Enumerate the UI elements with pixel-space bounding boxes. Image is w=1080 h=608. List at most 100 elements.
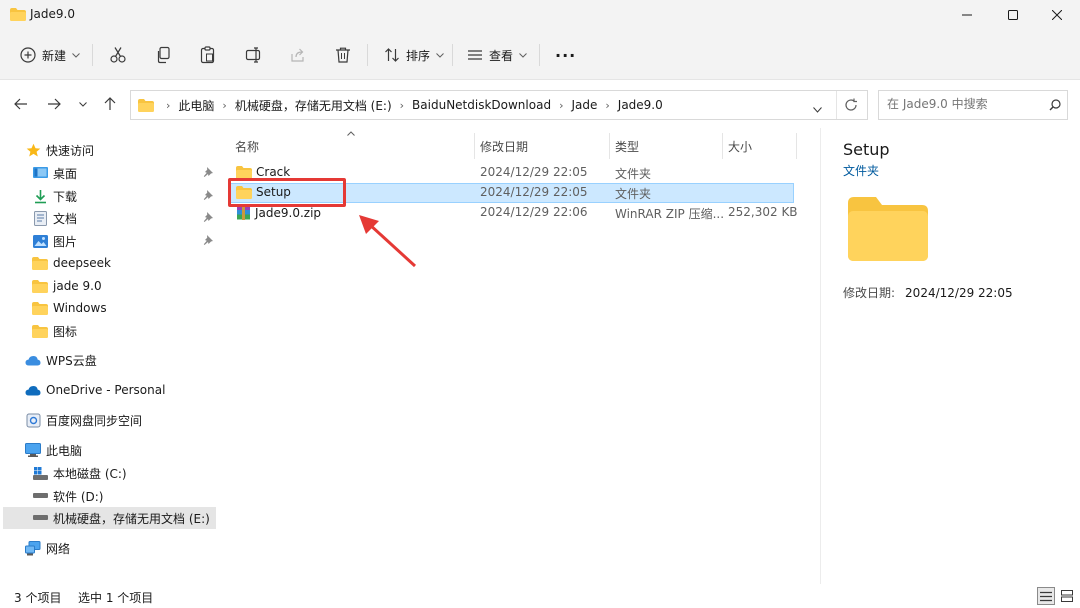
forward-button[interactable] [44, 94, 64, 114]
breadcrumb-jade[interactable]: Jade [571, 98, 597, 112]
sync-drive-icon [25, 412, 41, 428]
preview-divider[interactable] [820, 128, 821, 584]
sort-label: 排序 [406, 48, 431, 63]
status-bar: 3 个项目 选中 1 个项目 [0, 584, 1080, 608]
pin-icon[interactable] [203, 234, 213, 248]
address-history-button[interactable] [813, 102, 822, 116]
file-type: 文件夹 [615, 187, 652, 201]
tiles-view-icon [1061, 590, 1073, 602]
sidebar-item-this-pc[interactable]: 此电脑 [0, 439, 220, 461]
view-lines-icon [468, 50, 482, 60]
separator [92, 44, 93, 66]
star-icon [25, 142, 41, 158]
chevron-down-icon [72, 52, 80, 58]
folder-icon [32, 323, 48, 339]
network-icon [25, 540, 41, 556]
column-divider[interactable] [609, 133, 610, 159]
chevron-down-icon [519, 52, 527, 58]
sidebar-item-deepseek[interactable]: deepseek [0, 252, 220, 274]
search-icon [1049, 99, 1061, 111]
window-title: Jade9.0 [30, 7, 75, 21]
tiles-view-button[interactable] [1058, 587, 1076, 605]
item-count: 3 个项目 [14, 591, 62, 605]
sidebar-item-windows[interactable]: Windows [0, 297, 220, 319]
sidebar-item-onedrive[interactable]: OneDrive - Personal [0, 379, 220, 401]
cut-button[interactable] [109, 43, 127, 67]
search-box[interactable] [878, 90, 1068, 120]
share-button[interactable] [289, 43, 307, 67]
sidebar-item-drive-c[interactable]: 本地磁盘 (C:) [0, 462, 220, 484]
copy-button[interactable] [155, 43, 173, 67]
sidebar-item-documents[interactable]: 文档 [0, 207, 220, 229]
cloud-icon [25, 352, 41, 368]
rename-button[interactable] [245, 43, 263, 67]
sort-button[interactable]: 排序 [384, 43, 444, 67]
paste-button[interactable] [199, 43, 217, 67]
column-divider[interactable] [474, 133, 475, 159]
more-options-button[interactable]: ··· [555, 43, 576, 67]
pin-icon[interactable] [203, 211, 213, 225]
sidebar-item-jade90[interactable]: jade 9.0 [0, 275, 220, 297]
file-date: 2024/12/29 22:06 [480, 205, 588, 219]
sidebar-item-network[interactable]: 网络 [0, 537, 220, 559]
share-icon [291, 48, 304, 62]
folder-icon [10, 8, 26, 21]
breadcrumb-drive-e[interactable]: 机械硬盘，存储无用文档 (E:) [235, 97, 392, 114]
add-circle-icon [20, 47, 36, 63]
details-view-button[interactable] [1037, 587, 1055, 605]
recent-locations-button[interactable] [73, 94, 93, 114]
sidebar-item-pictures[interactable]: 图片 [0, 230, 220, 252]
sidebar-item-drive-e[interactable]: 机械硬盘，存储无用文档 (E:) [3, 507, 216, 529]
close-button[interactable] [1034, 0, 1080, 30]
column-divider[interactable] [796, 133, 797, 159]
large-folder-icon [848, 197, 928, 261]
minimize-button[interactable] [944, 0, 990, 30]
arrow-left-icon [14, 98, 27, 110]
annotation-arrow-icon [359, 215, 417, 268]
column-header-size[interactable]: 大小 [728, 133, 752, 159]
selection-count: 选中 1 个项目 [78, 591, 154, 605]
up-button[interactable] [100, 94, 120, 114]
system-drive-icon [32, 465, 48, 481]
column-header-type[interactable]: 类型 [615, 133, 639, 159]
maximize-button[interactable] [990, 0, 1036, 30]
download-icon [32, 188, 48, 204]
sidebar-item-downloads[interactable]: 下载 [0, 185, 220, 207]
column-header-date[interactable]: 修改日期 [480, 133, 528, 159]
folder-icon [236, 165, 252, 179]
back-button[interactable] [11, 94, 31, 114]
column-divider[interactable] [722, 133, 723, 159]
sidebar-item-icons[interactable]: 图标 [0, 320, 220, 342]
command-bar: 新建 排序 查看 ··· [0, 30, 1080, 80]
close-icon [1052, 10, 1062, 20]
new-button[interactable]: 新建 [20, 43, 80, 67]
sidebar-item-desktop[interactable]: 桌面 [0, 162, 220, 184]
file-date: 2024/12/29 22:05 [480, 185, 588, 199]
file-name: Crack [256, 165, 291, 179]
refresh-button[interactable] [844, 98, 858, 115]
copy-icon [157, 46, 170, 64]
sort-ascending-icon [347, 131, 355, 136]
sidebar-item-drive-d[interactable]: 软件 (D:) [0, 485, 220, 507]
navigation-pane: 快速访问 桌面 下载 文档 图片 deepseek jade 9.0 Windo… [0, 128, 220, 584]
breadcrumb-this-pc[interactable]: 此电脑 [178, 97, 214, 114]
separator [836, 91, 837, 119]
sidebar-item-baidu-sync[interactable]: 百度网盘同步空间 [0, 409, 220, 431]
delete-button[interactable] [334, 43, 352, 67]
breadcrumb-jade90[interactable]: Jade9.0 [618, 98, 663, 112]
desktop-icon [32, 165, 48, 181]
sidebar-item-wps-cloud[interactable]: WPS云盘 [0, 349, 220, 371]
rename-icon [245, 47, 261, 63]
view-button[interactable]: 查看 [467, 43, 527, 67]
pin-icon[interactable] [203, 166, 213, 180]
maximize-icon [1008, 10, 1018, 20]
details-view-icon [1040, 591, 1052, 601]
address-bar[interactable]: › 此电脑 › 机械硬盘，存储无用文档 (E:) › BaiduNetdiskD… [130, 90, 868, 120]
chevron-right-icon: › [399, 98, 405, 112]
search-input[interactable] [887, 97, 1037, 111]
picture-icon [32, 233, 48, 249]
pin-icon[interactable] [203, 189, 213, 203]
sidebar-item-quick-access[interactable]: 快速访问 [0, 139, 220, 161]
breadcrumb-baidu[interactable]: BaiduNetdiskDownload [412, 98, 551, 112]
column-header-name[interactable]: 名称 [235, 133, 259, 159]
